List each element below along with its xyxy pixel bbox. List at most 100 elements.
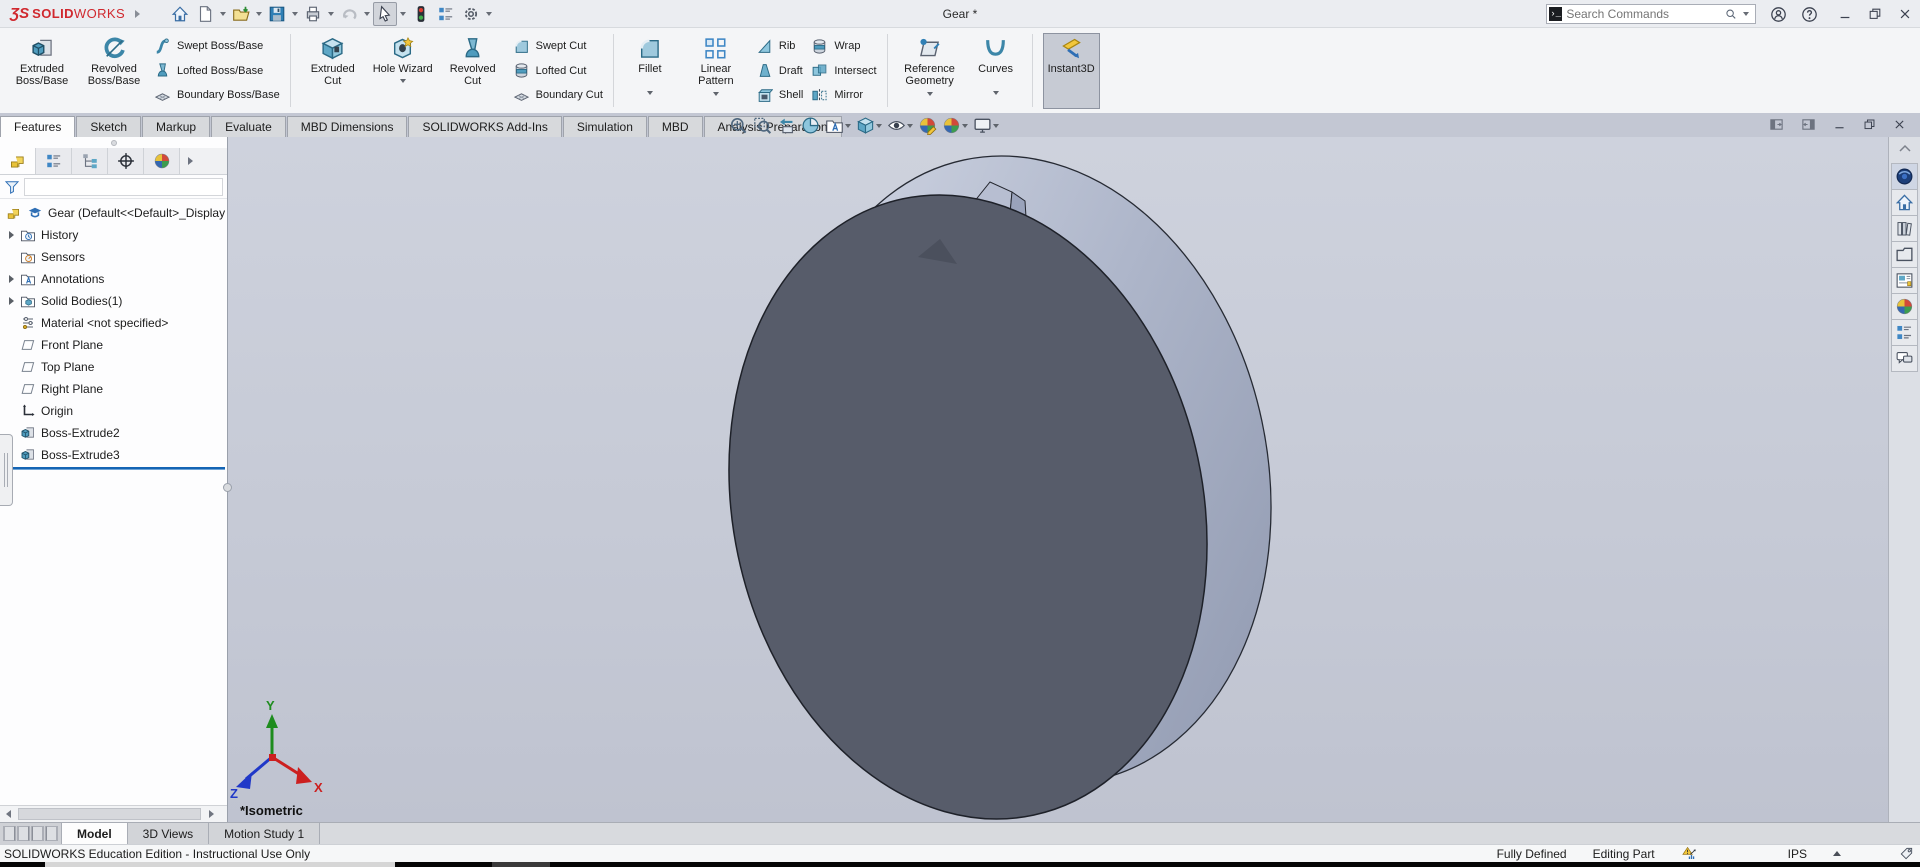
revolved-boss-base-button[interactable]: Revolved Boss/Base xyxy=(82,33,146,109)
fillet-dropdown[interactable] xyxy=(647,91,653,95)
status-units[interactable]: IPS xyxy=(1788,847,1807,861)
tree-item-material[interactable]: Material <not specified> xyxy=(0,312,227,334)
save-dropdown[interactable] xyxy=(292,12,298,16)
tab-display-manager[interactable] xyxy=(144,148,180,174)
previous-view-button[interactable] xyxy=(776,115,797,136)
tree-item-annotations[interactable]: Annotations xyxy=(0,268,227,290)
close-button[interactable] xyxy=(1898,7,1912,21)
select-dropdown[interactable] xyxy=(400,12,406,16)
new-document-button[interactable] xyxy=(193,2,217,26)
tab-model[interactable]: Model xyxy=(62,823,128,844)
zoom-to-fit-button[interactable] xyxy=(728,115,749,136)
tree-item-boss-extrude3[interactable]: Boss-Extrude3 xyxy=(0,444,227,466)
tab-dimxpert-manager[interactable] xyxy=(108,148,144,174)
tag-icon[interactable] xyxy=(1899,846,1914,861)
rebuild-button[interactable] xyxy=(409,2,433,26)
tree-item-solid-bodies[interactable]: Solid Bodies(1) xyxy=(0,290,227,312)
new-document-dropdown[interactable] xyxy=(220,12,226,16)
view-orientation-button[interactable] xyxy=(855,115,883,136)
mirror-button[interactable]: Mirror xyxy=(811,87,876,104)
filter-funnel-icon[interactable] xyxy=(4,179,20,195)
rollback-bar[interactable] xyxy=(2,467,225,470)
tab-mbd[interactable]: MBD xyxy=(648,116,703,137)
view-settings-dropdown[interactable] xyxy=(993,124,999,128)
print-button[interactable] xyxy=(301,2,325,26)
doc-close-button[interactable] xyxy=(1893,118,1906,131)
prev-tab-button[interactable] xyxy=(17,826,30,841)
lofted-boss-base-button[interactable]: Lofted Boss/Base xyxy=(154,62,280,79)
tree-horizontal-scrollbar[interactable] xyxy=(0,805,227,822)
curves-dropdown[interactable] xyxy=(993,91,999,95)
undo-dropdown[interactable] xyxy=(364,12,370,16)
tab-mbd-dimensions[interactable]: MBD Dimensions xyxy=(287,116,408,137)
help-button[interactable] xyxy=(1801,6,1818,23)
options-button[interactable] xyxy=(459,2,483,26)
tab-3d-views[interactable]: 3D Views xyxy=(128,823,209,844)
tab-markup[interactable]: Markup xyxy=(142,116,210,137)
tree-item-origin[interactable]: Origin xyxy=(0,400,227,422)
options-dropdown[interactable] xyxy=(486,12,492,16)
search-input[interactable] xyxy=(1566,7,1721,21)
tab-feature-manager[interactable] xyxy=(0,148,36,174)
annotation-views-dropdown[interactable] xyxy=(845,124,851,128)
expand-arrow-icon[interactable] xyxy=(6,231,16,239)
swept-boss-base-button[interactable]: Swept Boss/Base xyxy=(154,38,280,55)
intersect-button[interactable]: Intersect xyxy=(811,62,876,79)
gear-model[interactable] xyxy=(673,137,1328,822)
rib-button[interactable]: Rib xyxy=(756,38,803,55)
tab-motion-study-1[interactable]: Motion Study 1 xyxy=(209,823,320,844)
tab-configuration-manager[interactable] xyxy=(72,148,108,174)
first-tab-button[interactable] xyxy=(3,826,16,841)
expand-arrow-icon[interactable] xyxy=(6,275,16,283)
viewport-canvas[interactable]: Y X Z xyxy=(228,137,1888,822)
extruded-cut-button[interactable]: Extruded Cut xyxy=(301,33,365,109)
reference-geometry-button[interactable]: Reference Geometry xyxy=(898,33,962,109)
boundary-boss-base-button[interactable]: Boundary Boss/Base xyxy=(154,87,280,104)
performance-status-icon[interactable] xyxy=(1681,846,1696,861)
panel-flyout-handle[interactable] xyxy=(0,434,13,506)
custom-properties-button[interactable] xyxy=(1891,319,1918,346)
doc-minimize-button[interactable] xyxy=(1833,118,1846,131)
hide-show-items-button[interactable] xyxy=(886,115,914,136)
minimize-button[interactable] xyxy=(1838,7,1852,21)
show-right-pane-button[interactable] xyxy=(1801,117,1816,132)
scroll-right-button[interactable] xyxy=(203,806,219,822)
graphics-viewport[interactable]: Y X Z *Isometric xyxy=(228,137,1888,822)
next-tab-button[interactable] xyxy=(31,826,44,841)
tab-features[interactable]: Features xyxy=(0,116,75,137)
task-pane-home-button[interactable] xyxy=(1891,189,1918,216)
search-icon[interactable] xyxy=(1725,7,1737,21)
panel-grip[interactable] xyxy=(0,137,227,148)
zoom-to-area-button[interactable] xyxy=(752,115,773,136)
doc-restore-button[interactable] xyxy=(1863,118,1876,131)
revolved-cut-button[interactable]: Revolved Cut xyxy=(441,33,505,109)
search-dropdown[interactable] xyxy=(1743,12,1749,16)
tree-item-history[interactable]: History xyxy=(0,224,227,246)
hole-wizard-button[interactable]: Hole Wizard xyxy=(373,33,433,109)
linear-pattern-button[interactable]: Linear Pattern xyxy=(684,33,748,109)
tab-property-manager[interactable] xyxy=(36,148,72,174)
tree-filter-input[interactable] xyxy=(24,178,223,196)
last-tab-button[interactable] xyxy=(45,826,58,841)
draft-button[interactable]: Draft xyxy=(756,62,803,79)
print-dropdown[interactable] xyxy=(328,12,334,16)
tree-item-front-plane[interactable]: Front Plane xyxy=(0,334,227,356)
open-dropdown[interactable] xyxy=(256,12,262,16)
annotation-views-button[interactable] xyxy=(824,115,852,136)
edit-appearance-button[interactable] xyxy=(917,115,938,136)
hole-wizard-dropdown[interactable] xyxy=(400,79,406,83)
search-commands-box[interactable]: ›_ xyxy=(1546,4,1756,24)
section-view-button[interactable] xyxy=(800,115,821,136)
appearances-scenes-button[interactable] xyxy=(1891,293,1918,320)
select-button[interactable] xyxy=(373,2,397,26)
scroll-left-button[interactable] xyxy=(0,806,16,822)
task-pane-collapse-button[interactable] xyxy=(1899,140,1911,156)
apply-scene-button[interactable] xyxy=(941,115,969,136)
feature-manager-tabs-overflow[interactable] xyxy=(180,148,200,174)
scrollbar-thumb[interactable] xyxy=(18,808,201,820)
lofted-cut-button[interactable]: Lofted Cut xyxy=(513,62,603,79)
show-left-pane-button[interactable] xyxy=(1769,117,1784,132)
search-scope-icon[interactable]: ›_ xyxy=(1549,7,1562,21)
tab-solidworks-add-ins[interactable]: SOLIDWORKS Add-Ins xyxy=(408,116,561,137)
tree-item-top-plane[interactable]: Top Plane xyxy=(0,356,227,378)
